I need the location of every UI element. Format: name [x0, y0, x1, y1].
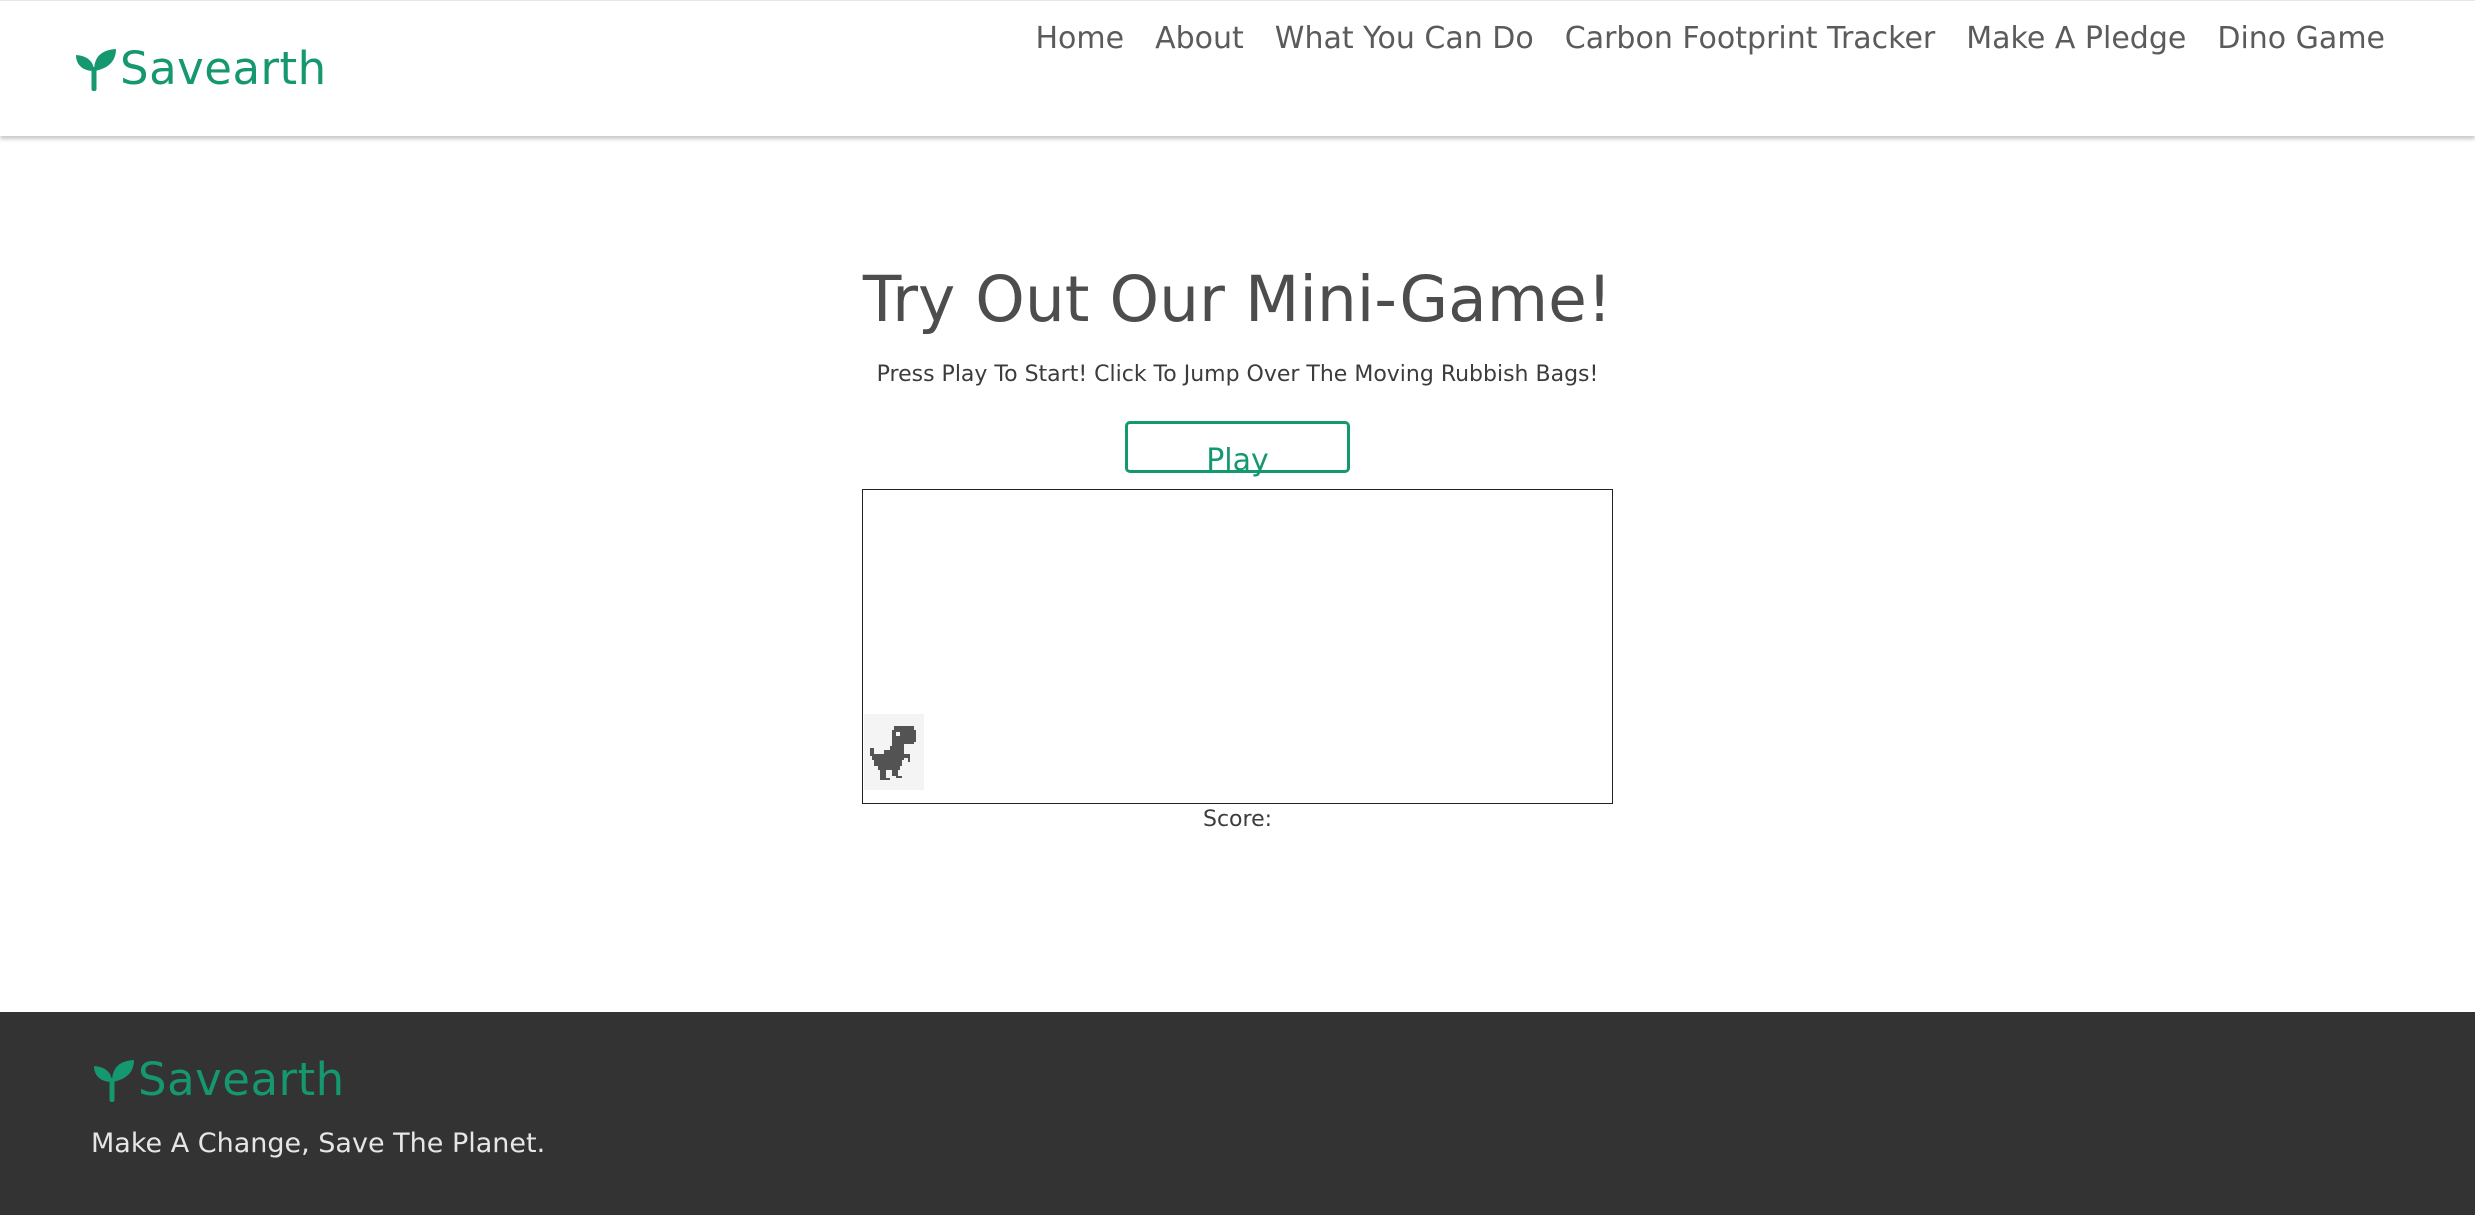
footer-tagline: Make A Change, Save The Planet. [91, 1128, 546, 1159]
dino-icon [870, 726, 916, 780]
nav-link-home[interactable]: Home [1036, 17, 1125, 61]
nav-link-about[interactable]: About [1155, 17, 1244, 61]
play-button[interactable]: Play [1125, 421, 1350, 478]
brand-logo-link[interactable]: Savearth [72, 41, 327, 97]
dino-player [864, 714, 924, 790]
game-section: Try Out Our Mini-Game! Press Play To Sta… [0, 136, 2475, 1012]
nav-link-make-a-pledge[interactable]: Make A Pledge [1966, 17, 2186, 61]
footer-brand[interactable]: Savearth [90, 1052, 345, 1108]
seedling-icon [94, 1060, 134, 1102]
nav-link-dino-game[interactable]: Dino Game [2217, 17, 2385, 61]
seedling-icon [76, 49, 116, 91]
brand-name: Savearth [120, 42, 327, 95]
game-instructions: Press Play To Start! Click To Jump Over … [876, 362, 1599, 387]
main-nav: Home About What You Can Do Carbon Footpr… [1005, 17, 2386, 61]
nav-link-carbon-footprint-tracker[interactable]: Carbon Footprint Tracker [1565, 17, 1936, 61]
page-title: Try Out Our Mini-Game! [862, 263, 1613, 336]
footer-brand-name: Savearth [138, 1053, 345, 1106]
game-canvas[interactable] [862, 489, 1613, 804]
score-label: Score: [1202, 807, 1273, 832]
nav-link-what-you-can-do[interactable]: What You Can Do [1275, 17, 1534, 61]
top-navbar: Savearth Home About What You Can Do Carb… [0, 0, 2475, 136]
site-footer: Savearth Make A Change, Save The Planet. [0, 1012, 2475, 1215]
